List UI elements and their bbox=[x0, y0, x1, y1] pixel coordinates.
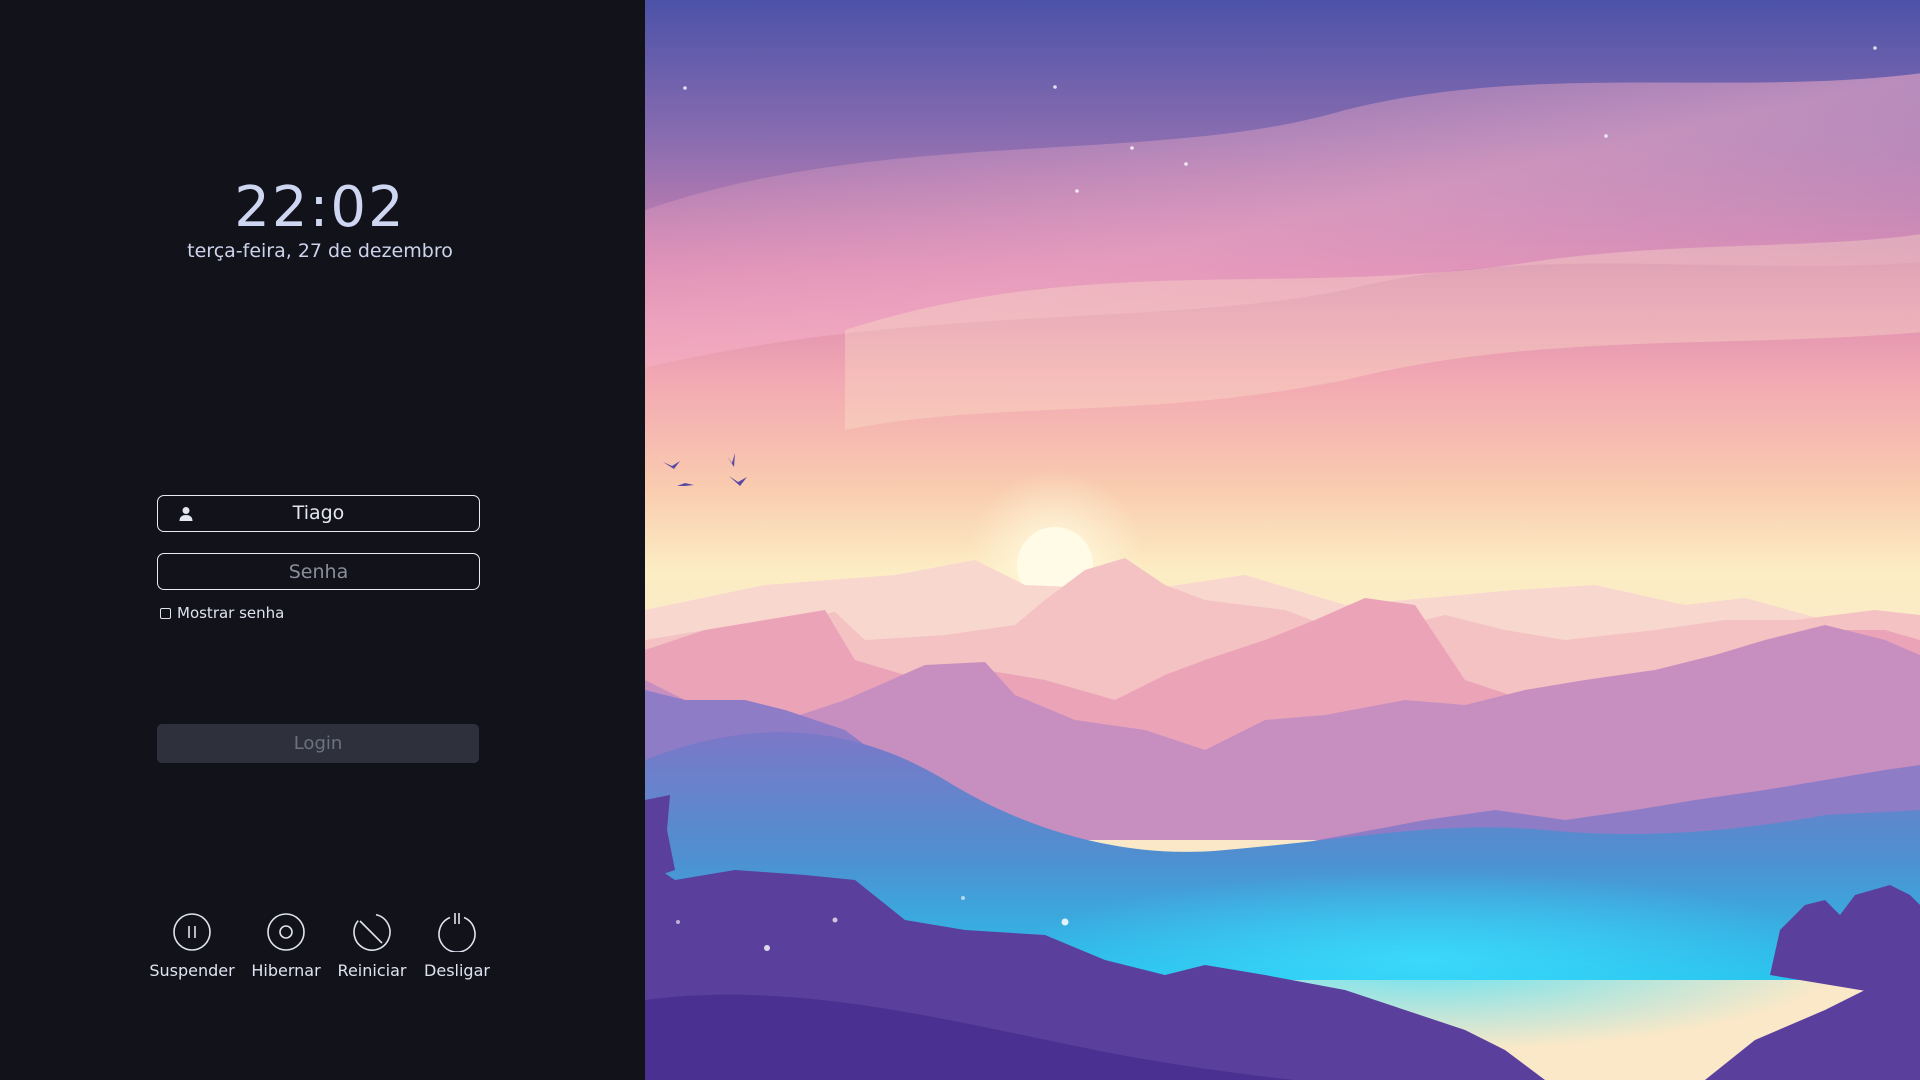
clock-time: 22:02 bbox=[234, 175, 406, 240]
power-icon bbox=[438, 913, 476, 952]
username-value: Tiago bbox=[292, 502, 345, 524]
pause-circle-icon bbox=[173, 913, 211, 951]
hibernate-label: Hibernar bbox=[251, 961, 321, 980]
username-field[interactable]: Tiago bbox=[157, 495, 480, 532]
suspend-label: Suspender bbox=[149, 961, 235, 980]
shutdown-label: Desligar bbox=[424, 961, 490, 980]
shutdown-button[interactable]: Desligar bbox=[407, 912, 507, 980]
restart-icon bbox=[353, 913, 391, 951]
password-field-container bbox=[157, 553, 480, 590]
login-panel: 22:02 terça-feira, 27 de dezembro Tiago … bbox=[0, 0, 645, 1080]
password-input[interactable] bbox=[158, 554, 479, 589]
show-password-label: Mostrar senha bbox=[177, 604, 285, 622]
wallpaper-landscape bbox=[645, 0, 1920, 1080]
show-password-checkbox[interactable] bbox=[160, 607, 171, 619]
suspend-button[interactable]: Suspender bbox=[142, 912, 242, 980]
show-password-toggle[interactable]: Mostrar senha bbox=[160, 604, 284, 622]
clock-date: terça-feira, 27 de dezembro bbox=[187, 240, 453, 262]
hibernate-button[interactable]: Hibernar bbox=[236, 912, 336, 980]
hibernate-circle-icon bbox=[267, 913, 305, 951]
login-button[interactable]: Login bbox=[157, 724, 479, 763]
